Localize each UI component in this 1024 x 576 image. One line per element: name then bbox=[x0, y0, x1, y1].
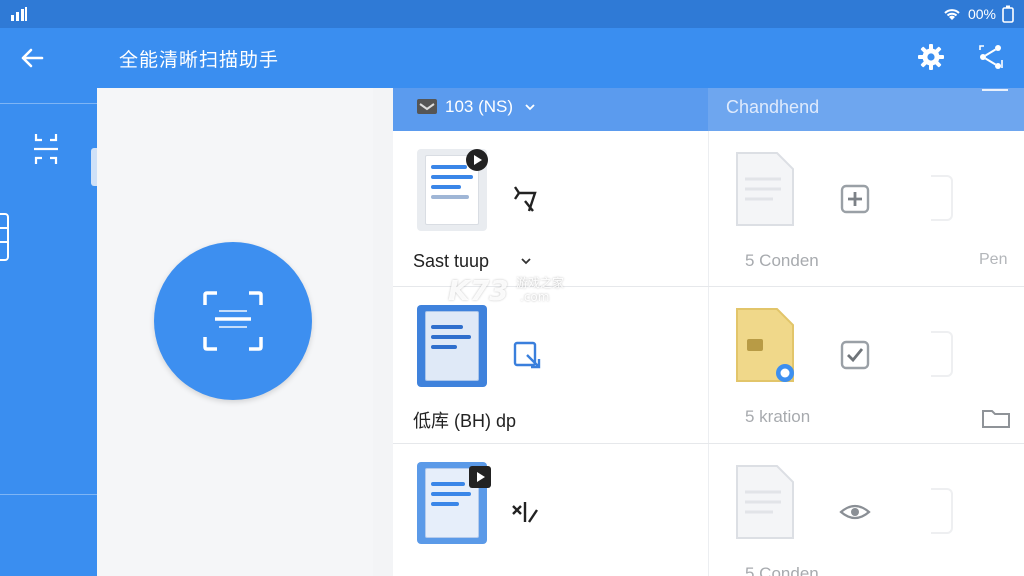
app-bar: 全能清晰扫描助手 bbox=[0, 28, 1024, 88]
battery-icon bbox=[1002, 5, 1014, 23]
eye-icon[interactable] bbox=[839, 496, 871, 528]
crop-edit-icon[interactable] bbox=[509, 183, 541, 215]
gear-icon[interactable] bbox=[916, 42, 946, 72]
document-name: Sast tuup bbox=[413, 251, 490, 271]
sort-toggle-icon[interactable] bbox=[980, 88, 1010, 98]
document-name: 低库 (BH) dp bbox=[413, 411, 517, 431]
document-info: 5 Conden bbox=[745, 251, 819, 270]
back-arrow-icon[interactable] bbox=[18, 44, 46, 72]
watermark-logo: K73 bbox=[448, 274, 509, 307]
play-icon[interactable] bbox=[469, 466, 491, 488]
folder-icon[interactable] bbox=[981, 407, 1011, 429]
scan-panel bbox=[97, 88, 373, 576]
document-thumbnail bbox=[736, 152, 794, 226]
list-item[interactable]: Sast tuup 5 Conden Pen bbox=[393, 131, 1024, 287]
document-meta: Pen bbox=[979, 251, 1008, 268]
watermark: K73 游戏之家 .com bbox=[448, 270, 578, 310]
add-icon[interactable] bbox=[839, 183, 871, 215]
chevron-down-icon bbox=[525, 104, 535, 111]
app-title: 全能清晰扫描助手 bbox=[119, 49, 280, 71]
watermark-text: 游戏之家 bbox=[516, 276, 565, 290]
share-icon[interactable] bbox=[976, 42, 1006, 72]
sort-selector[interactable]: 103 (NS) bbox=[393, 88, 708, 131]
sort-label: 103 (NS) bbox=[445, 97, 514, 116]
column-label: Chandhend bbox=[726, 97, 820, 117]
document-thumbnail bbox=[736, 465, 794, 539]
checkbox-icon[interactable] bbox=[839, 339, 871, 371]
play-icon[interactable] bbox=[466, 149, 488, 171]
list-header: 103 (NS) Chandhend bbox=[393, 88, 1024, 131]
rail-divider bbox=[0, 103, 97, 104]
rail-divider bbox=[0, 494, 97, 495]
document-list-icon[interactable] bbox=[0, 212, 10, 262]
status-bar: 00% bbox=[0, 0, 1024, 28]
signal-icon bbox=[11, 7, 27, 21]
chevron-down-icon[interactable] bbox=[521, 257, 531, 265]
scan-frame-icon bbox=[203, 291, 263, 351]
document-info: 5 Conden bbox=[745, 564, 819, 576]
edit-select-icon[interactable] bbox=[511, 339, 543, 371]
document-thumbnail bbox=[417, 305, 487, 387]
document-thumbnail bbox=[736, 308, 794, 382]
list-item[interactable]: 5 Conden bbox=[393, 444, 1024, 576]
list-item[interactable]: 低库 (BH) dp 5 kration bbox=[393, 287, 1024, 444]
content-area: 103 (NS) Chandhend Sast tuup 5 Conden Pe… bbox=[373, 88, 1024, 576]
battery-text: 00% bbox=[967, 6, 996, 22]
document-list: 103 (NS) Chandhend Sast tuup 5 Conden Pe… bbox=[393, 88, 1024, 576]
crop-scan-icon[interactable] bbox=[32, 132, 60, 166]
scan-button[interactable] bbox=[154, 242, 312, 400]
edit-icon[interactable] bbox=[509, 496, 541, 528]
wifi-icon bbox=[944, 9, 960, 20]
document-info: 5 kration bbox=[745, 407, 811, 426]
navigation-rail bbox=[0, 88, 97, 576]
watermark-domain: .com bbox=[520, 290, 550, 304]
folder-icon bbox=[417, 99, 437, 114]
